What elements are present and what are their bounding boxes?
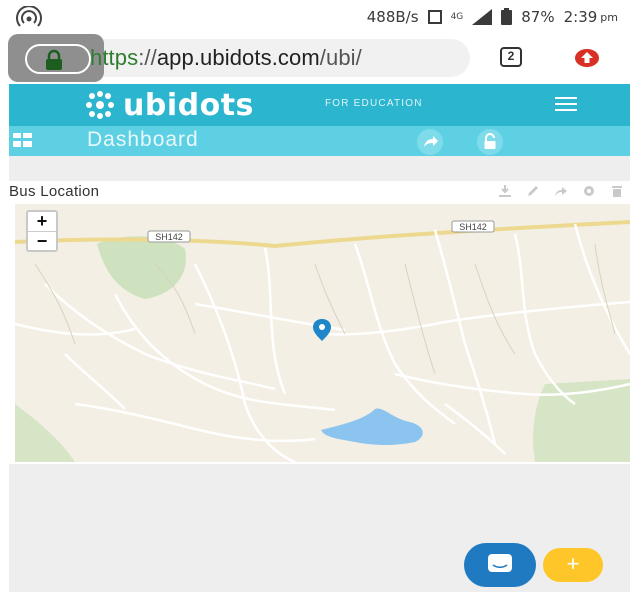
download-icon[interactable] bbox=[498, 184, 512, 198]
edit-icon[interactable] bbox=[526, 184, 540, 198]
widget-title: Bus Location bbox=[9, 183, 100, 200]
chat-button[interactable] bbox=[464, 543, 536, 587]
map-pin-icon[interactable] bbox=[313, 319, 331, 341]
url-host: app.ubidots.com bbox=[156, 45, 320, 70]
empty-area bbox=[9, 464, 630, 592]
app-header: ubidots FOR EDUCATION bbox=[9, 84, 630, 126]
map-canvas[interactable]: SH142 SH142 bbox=[15, 204, 630, 462]
add-widget-button[interactable]: + bbox=[543, 548, 603, 582]
road-label: SH142 bbox=[459, 222, 487, 232]
dashboard-bar: Dashboard bbox=[9, 126, 630, 156]
settings-icon[interactable] bbox=[582, 184, 596, 198]
lock-icon bbox=[46, 49, 62, 70]
browser-toolbar: https://app.ubidots.com/ubi/ 2 bbox=[0, 34, 630, 84]
url-separator: :// bbox=[138, 45, 157, 70]
url-scheme: https bbox=[90, 45, 139, 70]
share-button[interactable] bbox=[417, 129, 443, 155]
trash-icon[interactable] bbox=[610, 184, 624, 198]
edition-label: FOR EDUCATION bbox=[325, 98, 423, 109]
signal-icon bbox=[472, 9, 493, 25]
upload-icon[interactable] bbox=[574, 48, 600, 68]
dashboard-title: Dashboard bbox=[87, 128, 199, 151]
battery-percent: 87% bbox=[521, 8, 555, 26]
tab-switcher-button[interactable]: 2 bbox=[500, 47, 522, 67]
lock-dashboard-button[interactable] bbox=[477, 129, 503, 155]
zoom-in-button[interactable]: + bbox=[28, 212, 56, 231]
zoom-out-button[interactable]: − bbox=[28, 232, 56, 251]
road-label: SH142 bbox=[155, 232, 183, 242]
share-widget-icon[interactable] bbox=[554, 184, 568, 198]
data-speed: 488B/s bbox=[366, 8, 419, 26]
ubidots-logo[interactable]: ubidots bbox=[85, 87, 254, 123]
network-type: 4G bbox=[450, 11, 464, 22]
clock: 2:39 bbox=[563, 8, 598, 26]
widget-toolbar bbox=[498, 184, 624, 198]
dashboards-grid-icon[interactable] bbox=[13, 133, 32, 147]
battery-icon bbox=[501, 7, 513, 25]
ubidots-logo-icon bbox=[86, 91, 114, 119]
screen: 488B/s 4G 87% 2:39 pm https://app.ubidot… bbox=[0, 0, 630, 592]
clock-suffix: pm bbox=[600, 10, 618, 24]
screenshot-icon bbox=[427, 10, 442, 24]
spacer bbox=[9, 156, 630, 181]
status-bar: 488B/s 4G 87% 2:39 pm bbox=[0, 0, 630, 34]
map-view[interactable]: SH142 SH142 + − bbox=[15, 204, 630, 462]
menu-icon[interactable] bbox=[555, 97, 577, 111]
hotspot-icon bbox=[16, 6, 42, 27]
zoom-control: + − bbox=[26, 210, 58, 252]
share-icon bbox=[424, 136, 438, 147]
map-widget: Bus Location SH142 SH142 + − bbox=[9, 181, 630, 464]
logo-text: ubidots bbox=[123, 87, 254, 123]
chat-icon bbox=[488, 554, 512, 572]
url-text[interactable]: https://app.ubidots.com/ubi/ bbox=[90, 45, 362, 71]
padlock-icon bbox=[484, 133, 496, 149]
url-path: /ubi/ bbox=[319, 45, 362, 70]
